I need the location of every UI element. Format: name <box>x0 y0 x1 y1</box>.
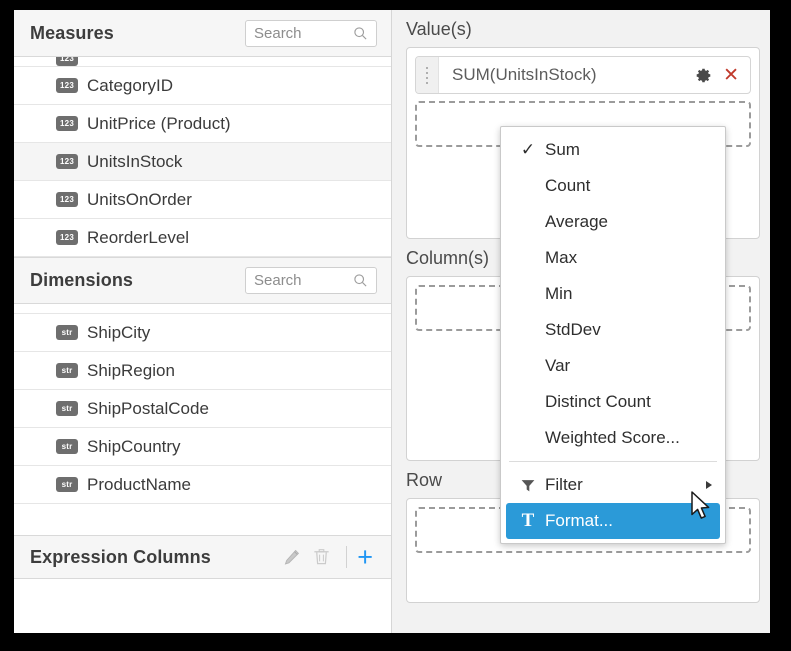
list-item[interactable] <box>14 304 391 314</box>
search-icon <box>353 26 368 41</box>
menu-item-label: Average <box>545 212 609 231</box>
menu-item-stddev[interactable]: StdDev <box>501 312 725 348</box>
value-field-pill[interactable]: SUM(UnitsInStock) ✕ <box>415 56 751 94</box>
measures-header: Measures Search <box>14 10 391 57</box>
value-zone-label: Value(s) <box>406 19 472 39</box>
field-label: UnitPrice (Product) <box>87 113 231 133</box>
menu-item-average[interactable]: Average <box>501 204 725 240</box>
menu-item-min[interactable]: Min <box>501 276 725 312</box>
menu-item-label: Max <box>545 248 578 267</box>
type-badge: 123 <box>56 154 78 169</box>
screenshot-root: Measures Search 123 123 CategoryID 123 U… <box>0 0 791 651</box>
add-expression-column-button[interactable]: + <box>357 544 377 571</box>
list-item[interactable]: 123 <box>14 57 391 67</box>
measures-search-placeholder: Search <box>254 24 302 42</box>
filter-icon <box>511 478 545 493</box>
field-label: ShipCity <box>87 322 151 342</box>
menu-item-var[interactable]: Var <box>501 348 725 384</box>
dimensions-search-placeholder: Search <box>254 272 302 289</box>
menu-item-label: Format... <box>545 511 614 530</box>
field-label: ShipPostalCode <box>87 398 209 418</box>
menu-item-max[interactable]: Max <box>501 240 725 276</box>
list-item[interactable]: str ProductName <box>14 466 391 504</box>
field-label: CategoryID <box>87 75 173 95</box>
menu-item-label: Min <box>545 284 573 303</box>
menu-item-weighted-score[interactable]: Weighted Score... <box>501 420 725 456</box>
type-badge: 123 <box>56 116 78 131</box>
type-badge: str <box>56 401 78 416</box>
menu-item-label: Distinct Count <box>545 392 651 411</box>
menu-item-label: Count <box>545 176 591 195</box>
dimensions-search-input[interactable]: Search <box>245 267 377 294</box>
list-item[interactable]: 123 UnitsOnOrder <box>14 181 391 219</box>
type-badge: str <box>56 477 78 492</box>
type-badge: str <box>56 325 78 340</box>
menu-item-label: Filter <box>545 475 583 494</box>
measures-list[interactable]: 123 123 CategoryID 123 UnitPrice (Produc… <box>14 57 391 257</box>
field-label: ShipCountry <box>87 436 181 456</box>
search-icon <box>353 273 368 288</box>
menu-item-label: Sum <box>545 140 580 159</box>
app-content: Measures Search 123 123 CategoryID 123 U… <box>14 10 770 633</box>
menu-item-sum[interactable]: ✓ Sum <box>501 132 725 168</box>
drag-handle-icon[interactable] <box>416 57 439 93</box>
trash-icon[interactable] <box>306 547 336 567</box>
expression-columns-body[interactable] <box>14 579 391 633</box>
remove-field-button[interactable]: ✕ <box>718 66 750 85</box>
list-item[interactable]: 123 UnitsInStock <box>14 143 391 181</box>
list-item[interactable]: str ShipPostalCode <box>14 390 391 428</box>
list-item[interactable]: str ShipCountry <box>14 428 391 466</box>
menu-item-label: Weighted Score... <box>545 428 680 447</box>
list-item[interactable]: 123 ReorderLevel <box>14 219 391 257</box>
fields-panel: Measures Search 123 123 CategoryID 123 U… <box>14 10 392 633</box>
menu-item-label: Var <box>545 356 571 375</box>
type-badge: 123 <box>56 230 78 245</box>
chevron-right-icon <box>706 481 712 489</box>
value-field-label: SUM(UnitsInStock) <box>452 65 597 84</box>
list-item[interactable]: 123 UnitPrice (Product) <box>14 105 391 143</box>
field-label: ReorderLevel <box>87 227 190 247</box>
list-item[interactable]: str ShipRegion <box>14 352 391 390</box>
type-badge: str <box>56 439 78 454</box>
dimensions-list[interactable]: str ShipCity str ShipRegion str ShipPost… <box>14 304 391 504</box>
menu-item-label: StdDev <box>545 320 601 339</box>
measures-title: Measures <box>30 22 114 43</box>
field-label: UnitsInStock <box>87 151 183 171</box>
list-item[interactable]: str ShipCity <box>14 314 391 352</box>
field-label: ShipRegion <box>87 360 175 380</box>
text-format-icon: T <box>521 510 535 531</box>
field-label: UnitsOnOrder <box>87 189 192 209</box>
gear-icon[interactable] <box>689 67 718 84</box>
type-badge: 123 <box>56 78 78 93</box>
menu-item-distinct-count[interactable]: Distinct Count <box>501 384 725 420</box>
type-badge: 123 <box>56 192 78 207</box>
dimensions-title: Dimensions <box>30 270 134 290</box>
measures-search-input[interactable]: Search <box>245 19 377 47</box>
type-badge: str <box>56 363 78 378</box>
menu-divider <box>509 461 717 462</box>
expression-columns-header: Expression Columns + <box>14 535 391 579</box>
field-label: ProductName <box>87 474 191 494</box>
check-icon: ✓ <box>520 140 536 159</box>
menu-item-count[interactable]: Count <box>501 168 725 204</box>
dimensions-header: Dimensions Search <box>14 257 391 304</box>
toolbar-divider <box>346 546 348 568</box>
aggregation-context-menu[interactable]: ✓ Sum Count Average Max Min StdDev Var D… <box>500 126 726 544</box>
expression-columns-title: Expression Columns <box>30 546 211 567</box>
pencil-icon[interactable] <box>276 548 306 567</box>
menu-item-format[interactable]: T Format... <box>506 503 720 539</box>
list-item[interactable]: 123 CategoryID <box>14 67 391 105</box>
menu-item-filter[interactable]: Filter <box>501 467 725 503</box>
type-badge: 123 <box>56 57 78 66</box>
